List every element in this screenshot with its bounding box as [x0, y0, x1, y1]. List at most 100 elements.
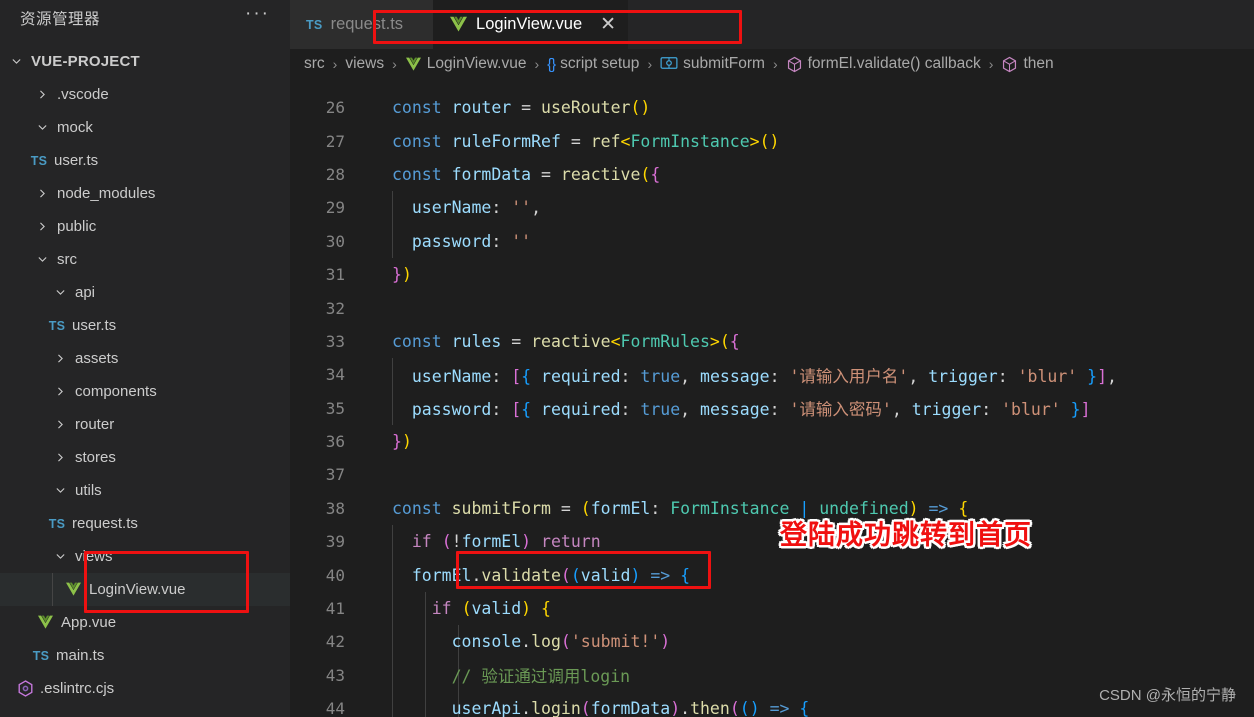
explorer-sidebar: 资源管理器 ··· VUE-PROJECT .vscode mock TS us…	[0, 0, 290, 717]
tree-item-src[interactable]: src	[0, 243, 290, 276]
ts-file-icon: TS	[48, 318, 66, 333]
tree-item-root[interactable]: VUE-PROJECT	[0, 45, 290, 78]
line-content: if (!formEl) return	[411, 532, 601, 552]
tree-item-label: user.ts	[72, 317, 117, 334]
breadcrumb-label: then	[1023, 55, 1054, 72]
tree-item-label: components	[75, 383, 157, 400]
editor-area: TS request.ts LoginView.vue ✕ src › view…	[290, 0, 1254, 717]
line-number: 28	[325, 164, 345, 184]
chevron-down-icon	[8, 55, 24, 68]
breadcrumb-item-views[interactable]: views	[345, 55, 384, 73]
chevron-down-icon	[34, 253, 50, 266]
tree-item-utils[interactable]: utils	[0, 474, 290, 507]
code-line-38: 38 const submitForm = (formEl: FormInsta…	[290, 492, 1254, 525]
tree-item-label: public	[57, 218, 97, 235]
breadcrumb-separator-icon: ›	[332, 56, 338, 72]
code-line-39: 39 if (!formEl) return	[290, 525, 1254, 559]
breadcrumb-label: formEl.validate() callback	[807, 55, 981, 72]
editor-tab-bar: TS request.ts LoginView.vue ✕	[290, 0, 1254, 49]
tree-item-app-vue[interactable]: App.vue	[0, 606, 290, 639]
tree-item-public[interactable]: public	[0, 210, 290, 243]
tree-item-label: stores	[75, 449, 116, 466]
code-line-29: 29 userName: '',	[290, 191, 1254, 225]
chevron-down-icon	[52, 550, 68, 563]
breadcrumb-item-submitform[interactable]: submitForm	[660, 55, 765, 73]
vue-file-icon	[34, 615, 56, 630]
tree-item-eslintrc-cjs[interactable]: .eslintrc.cjs	[0, 672, 290, 705]
line-number: 39	[325, 532, 345, 552]
tree-item-main-ts[interactable]: TS main.ts	[0, 639, 290, 672]
chevron-right-icon	[34, 187, 50, 200]
tree-item-stores[interactable]: stores	[0, 441, 290, 474]
code-line-31: 31 })	[290, 258, 1254, 291]
tree-item-request-ts[interactable]: TS request.ts	[0, 507, 290, 540]
breadcrumb-item-loginview-vue[interactable]: LoginView.vue	[405, 55, 527, 73]
tab-loginview-vue[interactable]: LoginView.vue ✕	[433, 0, 629, 49]
tree-item-views[interactable]: views	[0, 540, 290, 573]
ts-file-icon: TS	[32, 648, 50, 663]
tree-item-api[interactable]: api	[0, 276, 290, 309]
tree-item-label: LoginView.vue	[89, 581, 186, 598]
line-number: 30	[325, 231, 345, 251]
code-line-37: 37	[290, 458, 1254, 491]
tab-bar-filler	[628, 0, 1254, 49]
tab-label: LoginView.vue	[476, 15, 583, 33]
code-line-28: 28 const formData = reactive({	[290, 158, 1254, 191]
close-icon[interactable]: ✕	[600, 15, 616, 34]
code-line-33: 33 const rules = reactive<FormRules>({	[290, 325, 1254, 358]
tab-label: request.ts	[330, 15, 404, 33]
ts-file-icon: TS	[306, 17, 323, 32]
cube-icon	[786, 56, 803, 73]
tree-item-mock-user-ts[interactable]: TS user.ts	[0, 144, 290, 177]
cube-icon	[1001, 56, 1018, 73]
tree-item-mock[interactable]: mock	[0, 111, 290, 144]
tree-item-vscode[interactable]: .vscode	[0, 78, 290, 111]
breadcrumb-label: script setup	[560, 55, 640, 72]
breadcrumb-item-validate-callback[interactable]: formEl.validate() callback	[786, 55, 981, 73]
interface-icon	[660, 56, 678, 73]
tree-item-label: .vscode	[57, 86, 109, 103]
eslint-file-icon	[12, 680, 38, 697]
tree-item-router[interactable]: router	[0, 408, 290, 441]
breadcrumb-item-then[interactable]: then	[1001, 55, 1054, 73]
tree-item-node-modules[interactable]: node_modules	[0, 177, 290, 210]
annotation-note-text: 登陆成功跳转到首页	[780, 520, 1032, 551]
line-number: 29	[325, 198, 345, 218]
vscode-window: 资源管理器 ··· VUE-PROJECT .vscode mock TS us…	[0, 0, 1254, 717]
code-line-35: 35 password: [{ required: true, message:…	[290, 391, 1254, 425]
explorer-more-actions-icon[interactable]: ···	[245, 4, 282, 27]
tree-item-label: mock	[57, 119, 93, 136]
line-number: 38	[325, 498, 345, 518]
line-number: 44	[325, 699, 345, 717]
line-number: 27	[325, 131, 345, 151]
breadcrumb-item-src[interactable]: src	[304, 55, 325, 73]
line-content: userApi.login(formData).then(() => {	[451, 699, 810, 717]
code-line-30: 30 password: ''	[290, 224, 1254, 258]
chevron-right-icon	[52, 451, 68, 464]
code-editor[interactable]: 26 const router = useRouter() 27 const r…	[290, 79, 1254, 717]
tree-item-label: .eslintrc.cjs	[40, 680, 115, 697]
tree-item-label: views	[75, 548, 113, 565]
tab-request-ts[interactable]: TS request.ts	[290, 0, 434, 49]
vue-file-icon	[62, 582, 84, 597]
tree-item-assets[interactable]: assets	[0, 342, 290, 375]
breadcrumb-separator-icon: ›	[988, 56, 994, 72]
code-line-40: 40 formEl.validate((valid) => {	[290, 558, 1254, 592]
breadcrumb-label: submitForm	[683, 55, 765, 72]
code-line-32: 32	[290, 291, 1254, 324]
explorer-header: 资源管理器 ···	[0, 0, 290, 35]
breadcrumb-item-script-setup[interactable]: {} script setup	[547, 55, 639, 73]
line-content: })	[392, 265, 412, 285]
tree-item-label: App.vue	[61, 614, 117, 631]
chevron-right-icon	[34, 220, 50, 233]
tree-item-label: user.ts	[54, 152, 99, 169]
tree-item-loginview-vue[interactable]: LoginView.vue	[0, 573, 290, 606]
line-number: 33	[325, 331, 345, 351]
line-number: 40	[325, 565, 345, 585]
tree-item-api-user-ts[interactable]: TS user.ts	[0, 309, 290, 342]
breadcrumb-separator-icon: ›	[772, 56, 778, 72]
breadcrumb-label: LoginView.vue	[426, 55, 527, 72]
breadcrumb-label: views	[345, 55, 385, 72]
tree-item-components[interactable]: components	[0, 375, 290, 408]
